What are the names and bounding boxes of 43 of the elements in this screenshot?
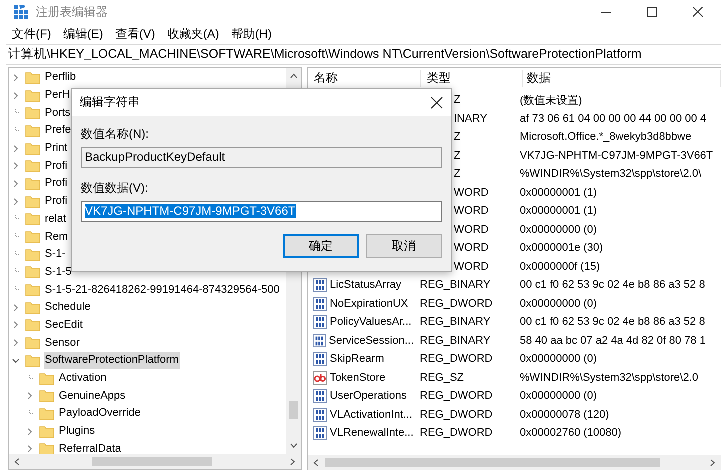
value-type: REG_DWORD: [420, 408, 493, 421]
value-data: 0x0000001e (30): [520, 242, 604, 254]
value-data: 0x0000000f (15): [520, 260, 600, 273]
value-type: WORD: [454, 260, 489, 273]
value-data: 0x00000000 (0): [520, 390, 598, 402]
value-data: %WINDIR%\System32\spp\store\2.0\: [520, 168, 702, 180]
value-type: REG_BINARY: [420, 316, 491, 328]
value-data: 0x00002760 (10080): [520, 427, 622, 440]
value-data: 58 40 aa bc 07 a2 4a 4d 82 0f 80 78 1: [520, 334, 706, 347]
value-data: %WINDIR%\System32\spp\store\2.0: [520, 372, 699, 384]
value-data: 0x00000000 (0): [520, 353, 598, 366]
selected-text: VK7JG-NPHTM-C97JM-9MPGT-3V66T: [85, 204, 296, 218]
value-type: WORD: [454, 224, 489, 236]
value-data: 0x00000000 (0): [520, 298, 598, 310]
value-type: Z: [454, 150, 461, 162]
field-label: 数值数据(V):: [81, 180, 150, 197]
value-type: Z: [454, 94, 461, 106]
value-data: 00 c1 f0 62 53 9c 02 4e b8 86 a3 52 8: [520, 316, 706, 328]
value-data: 0x00000078 (120): [520, 408, 610, 421]
value-data: 0x00000000 (0): [520, 224, 598, 236]
dialog-title: 编辑字符串: [80, 94, 140, 111]
value-data: 0x00000001 (1): [520, 186, 598, 199]
value-type: REG_DWORD: [420, 353, 493, 366]
value-type: REG_BINARY: [420, 334, 491, 347]
value-type: REG_DWORD: [420, 390, 493, 402]
value-type: WORD: [454, 205, 489, 218]
value-type: WORD: [454, 186, 489, 199]
value-type: REG_DWORD: [420, 298, 493, 310]
value-data: VK7JG-NPHTM-C97JM-9MPGT-3V66T: [520, 150, 714, 162]
value-data: af 73 06 61 04 00 00 00 44 00 00 00 4: [520, 112, 707, 125]
field-label: 数值名称(N):: [81, 126, 150, 143]
value-type: REG_SZ: [420, 372, 464, 384]
value-data: Microsoft.Office.*_8wekyb3d8bbwe: [520, 131, 692, 144]
value-data: (数值未设置): [520, 94, 582, 107]
value-type: Z: [454, 131, 461, 144]
value-type: INARY: [454, 112, 488, 125]
value-data: 00 c1 f0 62 53 9c 02 4e b8 86 a3 52 8: [520, 279, 706, 292]
value-type: REG_BINARY: [420, 279, 491, 292]
value-type: Z: [454, 168, 461, 180]
value-type: WORD: [454, 242, 489, 254]
window-title: 注册表编辑器: [36, 4, 108, 20]
value-data: 0x00000001 (1): [520, 205, 598, 218]
value-type: REG_DWORD: [420, 427, 493, 440]
